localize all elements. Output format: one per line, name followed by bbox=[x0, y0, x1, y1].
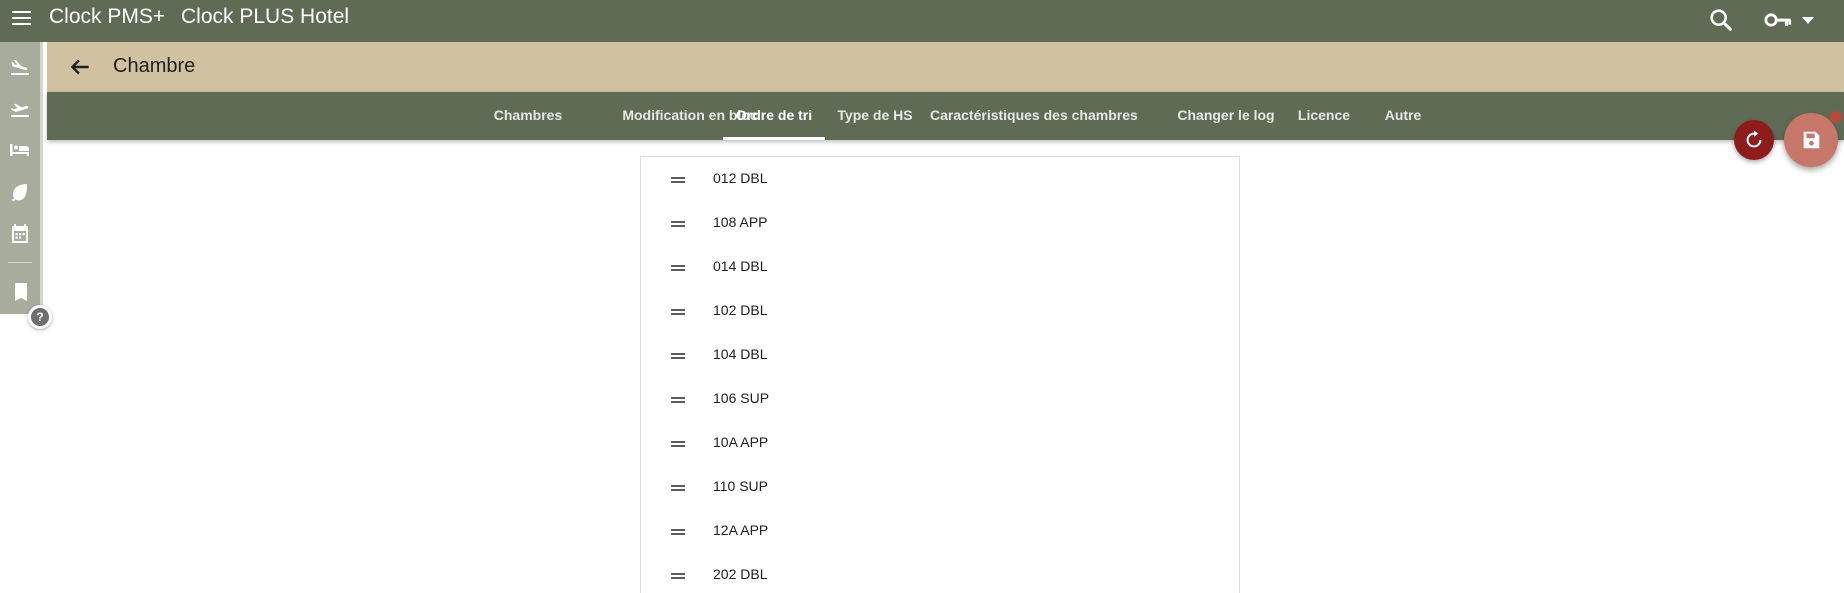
drag-handle-icon[interactable] bbox=[671, 265, 685, 271]
tab-caracteristiques-des-chambres[interactable]: Caractéristiques des chambres bbox=[930, 92, 1138, 140]
tab-type-de-hs[interactable]: Type de HS bbox=[834, 92, 916, 140]
list-item[interactable]: 202 DBL bbox=[641, 553, 1239, 593]
drag-handle-icon[interactable] bbox=[671, 441, 685, 447]
list-item[interactable]: 108 APP bbox=[641, 201, 1239, 245]
drag-handle-icon[interactable] bbox=[671, 529, 685, 535]
drag-handle-icon[interactable] bbox=[671, 221, 685, 227]
list-item[interactable]: 10A APP bbox=[641, 421, 1239, 465]
help-icon[interactable]: ? bbox=[28, 305, 52, 329]
page-header: Chambre bbox=[47, 42, 1844, 92]
drag-handle-icon[interactable] bbox=[671, 485, 685, 491]
room-label: 104 DBL bbox=[713, 346, 768, 362]
page-title: Chambre bbox=[113, 55, 196, 77]
tab-autre[interactable]: Autre bbox=[1367, 92, 1439, 140]
refresh-icon bbox=[1746, 130, 1762, 148]
leaf-icon[interactable] bbox=[6, 178, 34, 206]
tab-chambres[interactable]: Chambres bbox=[465, 92, 591, 140]
room-label: 202 DBL bbox=[713, 566, 768, 582]
search-icon[interactable] bbox=[1707, 6, 1735, 34]
room-label: 012 DBL bbox=[713, 170, 768, 186]
tab-changer-le-log[interactable]: Changer le log bbox=[1157, 92, 1295, 140]
top-app-bar: Clock PMS+ Clock PLUS Hotel bbox=[0, 0, 1844, 42]
drag-handle-icon[interactable] bbox=[671, 309, 685, 315]
drag-handle-icon[interactable] bbox=[671, 573, 685, 579]
list-item[interactable]: 012 DBL bbox=[641, 157, 1239, 201]
tab-bar: Chambres Modification en bloc Ordre de t… bbox=[47, 92, 1844, 140]
bed-icon[interactable] bbox=[6, 136, 34, 164]
bookmarks-icon[interactable] bbox=[6, 278, 34, 306]
room-label: 014 DBL bbox=[713, 258, 768, 274]
list-item[interactable]: 12A APP bbox=[641, 509, 1239, 553]
room-label: 106 SUP bbox=[713, 390, 770, 406]
room-label: 108 APP bbox=[713, 214, 768, 230]
list-item[interactable]: 104 DBL bbox=[641, 333, 1239, 377]
save-icon bbox=[1803, 131, 1820, 149]
drag-handle-icon[interactable] bbox=[671, 177, 685, 183]
app-title: Clock PMS+ bbox=[49, 5, 166, 28]
caret-down-icon[interactable] bbox=[1799, 6, 1817, 34]
arrivals-icon[interactable] bbox=[6, 52, 34, 80]
room-sort-list: 012 DBL 108 APP 014 DBL 102 DBL 104 DBL … bbox=[640, 156, 1240, 593]
tab-ordre-de-tri[interactable]: Ordre de tri bbox=[723, 92, 825, 140]
key-icon[interactable] bbox=[1763, 6, 1793, 34]
save-button[interactable] bbox=[1784, 113, 1838, 167]
unsaved-indicator bbox=[1830, 111, 1842, 123]
drag-handle-icon[interactable] bbox=[671, 353, 685, 359]
drag-handle-icon[interactable] bbox=[671, 397, 685, 403]
navigation-rail bbox=[0, 42, 43, 314]
tab-licence[interactable]: Licence bbox=[1288, 92, 1360, 140]
arrow-back-icon[interactable] bbox=[67, 54, 93, 80]
list-item[interactable]: 110 SUP bbox=[641, 465, 1239, 509]
hotel-name[interactable]: Clock PLUS Hotel bbox=[181, 5, 349, 29]
rail-divider bbox=[8, 262, 32, 263]
list-item[interactable]: 102 DBL bbox=[641, 289, 1239, 333]
room-label: 110 SUP bbox=[713, 478, 768, 494]
menu-icon[interactable] bbox=[8, 5, 34, 31]
calendar-icon[interactable] bbox=[6, 220, 34, 248]
list-item[interactable]: 014 DBL bbox=[641, 245, 1239, 289]
departures-icon[interactable] bbox=[6, 94, 34, 122]
room-label: 102 DBL bbox=[713, 302, 768, 318]
room-label: 12A APP bbox=[713, 522, 769, 538]
list-item[interactable]: 106 SUP bbox=[641, 377, 1239, 421]
room-label: 10A APP bbox=[713, 434, 769, 450]
reset-button[interactable] bbox=[1734, 120, 1774, 160]
